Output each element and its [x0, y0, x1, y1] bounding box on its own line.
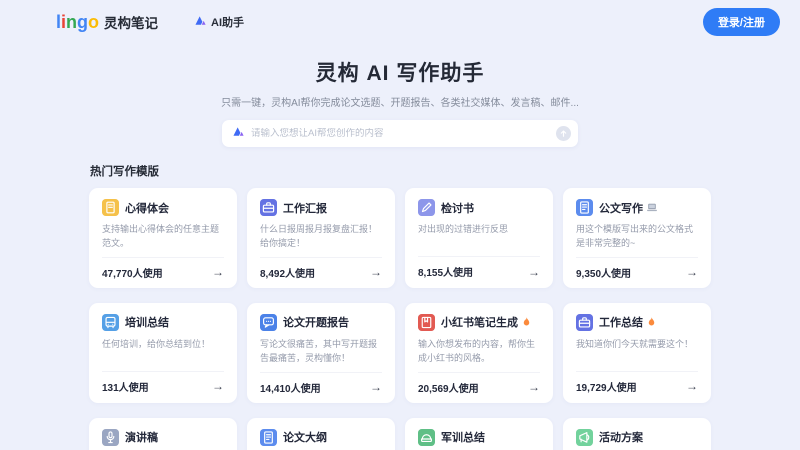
section-title: 热门写作模版	[90, 163, 800, 179]
ai-triangle-icon	[232, 125, 245, 143]
card-footer: 47,770人使用 →	[102, 257, 224, 280]
usage-count: 9,350人使用	[576, 265, 631, 280]
search-bar	[222, 120, 578, 147]
brand-name[interactable]: 灵构笔记	[104, 12, 158, 32]
card-header: 演讲稿	[102, 429, 224, 446]
template-card[interactable]: 军训总结 军训辛苦啦，让AI帮你写一下军训总结吧！ 4,517人使用 →	[405, 418, 553, 450]
usage-count: 47,770人使用	[102, 265, 163, 280]
search-input[interactable]	[251, 128, 556, 139]
card-description: 输入你想发布的内容，帮你生成小红书的风格。	[418, 338, 540, 366]
arrow-right-icon: →	[686, 380, 698, 392]
chat-icon	[260, 314, 277, 331]
card-title: 军训总结	[441, 429, 485, 445]
arrow-right-icon: →	[370, 381, 382, 393]
card-title: 工作总结	[599, 314, 643, 330]
card-footer: 9,350人使用 →	[576, 257, 698, 280]
document-icon	[576, 199, 593, 216]
template-card[interactable]: 公文写作 用这个模版写出来的公文格式是非常完整的~ 9,350人使用 →	[563, 188, 711, 288]
card-title: 活动方案	[599, 429, 643, 445]
arrow-right-icon: →	[212, 380, 224, 392]
card-title: 心得体会	[125, 200, 169, 216]
flame-icon	[646, 316, 657, 328]
card-header: 公文写作	[576, 199, 698, 216]
card-footer: 8,155人使用 →	[418, 256, 540, 279]
logo-wordmark[interactable]: lingo	[56, 13, 99, 31]
card-header: 小红书笔记生成	[418, 314, 540, 331]
template-card[interactable]: 活动方案 简单明快，规划活动内容 10,710人使用 →	[563, 418, 711, 450]
template-grid: 心得体会 支持输出心得体会的任意主题范文。 47,770人使用 → 工作汇报 什…	[89, 188, 711, 450]
card-header: 军训总结	[418, 429, 540, 446]
usage-count: 8,155人使用	[418, 264, 473, 279]
card-description: 对出现的过错进行反思	[418, 223, 540, 250]
card-description: 什么日报周报月报复盘汇报！给你搞定！	[260, 223, 382, 251]
red-book-icon	[418, 314, 435, 331]
arrow-right-icon: →	[212, 266, 224, 278]
card-title: 演讲稿	[125, 429, 158, 445]
briefcase-icon	[576, 314, 593, 331]
card-header: 检讨书	[418, 199, 540, 216]
card-header: 工作总结	[576, 314, 698, 331]
usage-count: 8,492人使用	[260, 265, 315, 280]
bus-icon	[102, 314, 119, 331]
template-card[interactable]: 工作汇报 什么日报周报月报复盘汇报！给你搞定！ 8,492人使用 →	[247, 188, 395, 288]
card-header: 论文开题报告	[260, 314, 382, 331]
card-description: 我知道你们今天就需要这个！	[576, 338, 698, 365]
arrow-right-icon: →	[370, 266, 382, 278]
login-register-button[interactable]: 登录/注册	[703, 8, 780, 36]
top-header: lingo 灵构笔记 AI助手 登录/注册	[0, 0, 800, 44]
card-header: 活动方案	[576, 429, 698, 446]
template-card[interactable]: 培训总结 任何培训，给你总结到位！ 131人使用 →	[89, 303, 237, 403]
card-description: 写论文很痛苦，其中写开题报告最痛苦，灵构懂你！	[260, 338, 382, 366]
usage-count: 19,729人使用	[576, 379, 637, 394]
briefcase-icon	[260, 199, 277, 216]
nav-item-ai-assistant[interactable]: AI助手	[194, 14, 244, 30]
template-card[interactable]: 论文大纲 用AI写论文大纲，可以迅速启发思路。 13,515人使用 →	[247, 418, 395, 450]
page-title: 灵构 AI 写作助手	[0, 57, 800, 87]
helmet-icon	[418, 429, 435, 446]
card-title: 公文写作	[599, 200, 643, 216]
card-header: 心得体会	[102, 199, 224, 216]
card-title: 论文大纲	[283, 429, 327, 445]
card-title: 小红书笔记生成	[441, 314, 518, 330]
arrow-right-icon: →	[686, 266, 698, 278]
pen-icon	[418, 199, 435, 216]
notebook-icon	[102, 199, 119, 216]
card-footer: 14,410人使用 →	[260, 372, 382, 395]
nav-item-label: AI助手	[211, 14, 244, 30]
send-button[interactable]	[556, 126, 571, 141]
ai-triangle-icon	[194, 14, 207, 30]
card-description: 支持输出心得体会的任意主题范文。	[102, 223, 224, 251]
usage-count: 131人使用	[102, 379, 149, 394]
card-footer: 19,729人使用 →	[576, 371, 698, 394]
page-subtitle: 只需一键，灵构AI帮你完成论文选题、开题报告、各类社交媒体、发言稿、邮件...	[0, 94, 800, 109]
card-header: 论文大纲	[260, 429, 382, 446]
flame-icon	[521, 316, 532, 328]
card-title: 检讨书	[441, 200, 474, 216]
card-title: 工作汇报	[283, 200, 327, 216]
arrow-right-icon: →	[528, 381, 540, 393]
template-card[interactable]: 论文开题报告 写论文很痛苦，其中写开题报告最痛苦，灵构懂你！ 14,410人使用…	[247, 303, 395, 403]
laptop-icon	[646, 202, 658, 213]
card-header: 培训总结	[102, 314, 224, 331]
template-card[interactable]: 心得体会 支持输出心得体会的任意主题范文。 47,770人使用 →	[89, 188, 237, 288]
microphone-icon	[102, 429, 119, 446]
card-header: 工作汇报	[260, 199, 382, 216]
card-description: 任何培训，给你总结到位！	[102, 338, 224, 365]
document-icon	[260, 429, 277, 446]
template-card[interactable]: 演讲稿 拯救社恐星人！ 11,613人使用 →	[89, 418, 237, 450]
card-footer: 20,569人使用 →	[418, 372, 540, 395]
usage-count: 20,569人使用	[418, 380, 479, 395]
megaphone-icon	[576, 429, 593, 446]
arrow-right-icon: →	[528, 266, 540, 278]
template-card[interactable]: 检讨书 对出现的过错进行反思 8,155人使用 →	[405, 188, 553, 288]
template-card[interactable]: 小红书笔记生成 输入你想发布的内容，帮你生成小红书的风格。 20,569人使用 …	[405, 303, 553, 403]
card-description: 用这个模版写出来的公文格式是非常完整的~	[576, 223, 698, 251]
template-card[interactable]: 工作总结 我知道你们今天就需要这个！ 19,729人使用 →	[563, 303, 711, 403]
card-footer: 131人使用 →	[102, 371, 224, 394]
card-title: 培训总结	[125, 314, 169, 330]
card-title: 论文开题报告	[283, 314, 349, 330]
usage-count: 14,410人使用	[260, 380, 321, 395]
card-footer: 8,492人使用 →	[260, 257, 382, 280]
